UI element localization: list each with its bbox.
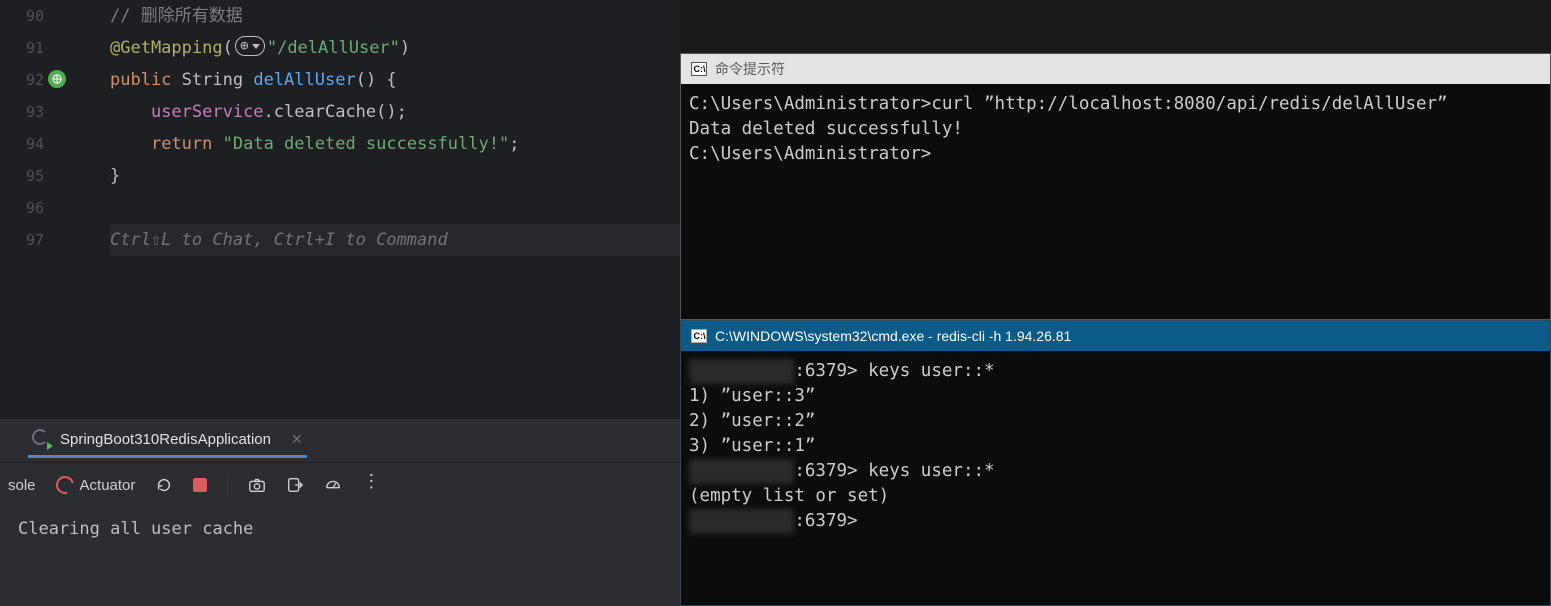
run-tab-bar: SpringBoot310RedisApplication ✕ [0, 419, 680, 463]
actuator-icon [52, 473, 77, 498]
cmd-terminal[interactable]: C:\Users\Administrator>curl ”http://loca… [681, 84, 1550, 175]
redis-line: 1) ”user::3” [689, 384, 1542, 409]
code-return-string: "Data deleted successfully!" [223, 134, 510, 154]
code-keyword: public [110, 70, 171, 90]
code-comment: // 删除所有数据 [110, 6, 243, 26]
redis-titlebar[interactable]: C:\ C:\WINDOWS\system32\cmd.exe - redis-… [681, 321, 1550, 351]
stop-icon [193, 478, 207, 492]
cmd-icon: C:\ [691, 62, 707, 76]
globe-icon[interactable] [235, 36, 265, 56]
cmd-line: C:\Users\Administrator> [689, 142, 1542, 167]
run-tab-label: SpringBoot310RedisApplication [60, 431, 271, 448]
code-editor[interactable]: 90 91 92 93 94 95 96 97 // 删除所有数据 @GetMap… [0, 0, 680, 418]
rerun-button[interactable] [155, 476, 173, 494]
profiler-button[interactable] [324, 476, 342, 494]
spring-run-icon [32, 429, 52, 449]
run-toolbar: sole Actuator ⋮ [0, 463, 680, 507]
cmd-icon: C:\ [691, 329, 707, 343]
editor-hint: Ctrl⇧L to Chat, Ctrl+I to Command [110, 230, 448, 250]
cmd-line: Data deleted successfully! [689, 117, 1542, 142]
console-line: Clearing all user cache [18, 519, 662, 539]
run-tool-window: SpringBoot310RedisApplication ✕ sole Act… [0, 418, 680, 606]
code-field: userService [151, 102, 264, 122]
redis-line: 1.94.26.81:6379> keys user::* [689, 459, 1542, 484]
console-output[interactable]: Clearing all user cache [0, 507, 680, 551]
cmd-titlebar[interactable]: C:\ 命令提示符 [681, 54, 1550, 84]
run-gutter-icon[interactable] [48, 70, 66, 88]
redis-line: (empty list or set) [689, 484, 1542, 509]
cmd-title: 命令提示符 [715, 59, 785, 79]
redis-terminal[interactable]: 1.94.26.81:6379> keys user::*1) ”user::3… [681, 351, 1550, 542]
editor-background [680, 0, 1551, 53]
camera-button[interactable] [248, 476, 266, 494]
exit-button[interactable] [286, 476, 304, 494]
cmd-line: C:\Users\Administrator>curl ”http://loca… [689, 92, 1542, 117]
redis-title: C:\WINDOWS\system32\cmd.exe - redis-cli … [715, 328, 1071, 344]
code-keyword-return: return [151, 134, 212, 154]
code-text[interactable]: // 删除所有数据@GetMapping("/delAllUser")publi… [72, 0, 680, 418]
tab-sole[interactable]: sole [8, 477, 36, 494]
code-url-string: "/delAllUser" [267, 38, 400, 58]
cmd-window: C:\ 命令提示符 C:\Users\Administrator>curl ”h… [680, 53, 1551, 320]
divider [227, 474, 228, 496]
redis-line: 2) ”user::2” [689, 409, 1542, 434]
close-icon[interactable]: ✕ [291, 431, 303, 448]
code-method-name: delAllUser [253, 70, 355, 90]
redis-window: C:\ C:\WINDOWS\system32\cmd.exe - redis-… [680, 320, 1551, 606]
code-annotation: @GetMapping [110, 38, 223, 58]
redis-line: 1.94.26.81:6379> [689, 509, 1542, 534]
redis-line: 1.94.26.81:6379> keys user::* [689, 359, 1542, 384]
line-gutter: 90 91 92 93 94 95 96 97 [0, 0, 72, 418]
run-config-tab[interactable]: SpringBoot310RedisApplication ✕ [28, 423, 307, 458]
redis-line: 3) ”user::1” [689, 434, 1542, 459]
stop-button[interactable] [193, 478, 207, 492]
tab-actuator[interactable]: Actuator [56, 476, 136, 494]
more-button[interactable]: ⋮ [362, 471, 381, 492]
